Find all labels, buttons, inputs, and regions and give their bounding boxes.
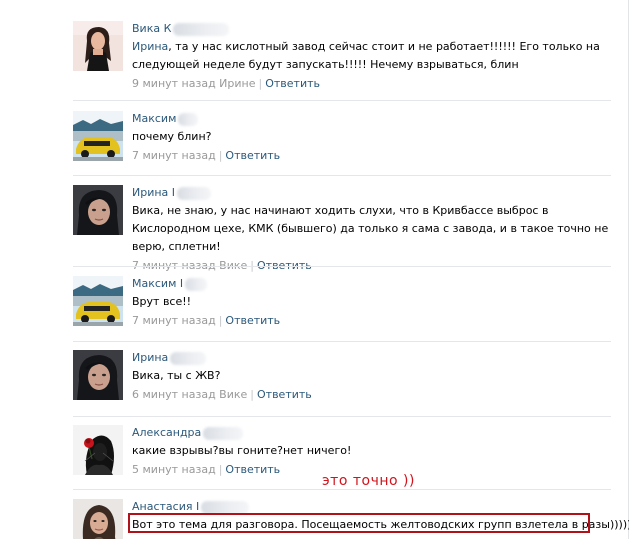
author-name[interactable]: Максим bbox=[132, 112, 176, 125]
blurred-surname bbox=[185, 277, 208, 291]
comments-page: Вика К Ирина, та у нас кислотный завод с… bbox=[0, 0, 629, 539]
author-name[interactable]: Анастасия I bbox=[132, 500, 199, 513]
reply-link[interactable]: Ответить bbox=[225, 463, 280, 476]
blurred-surname bbox=[177, 186, 212, 200]
meta-separator: | bbox=[218, 149, 223, 162]
comment-time[interactable]: 9 минут назад Ирине bbox=[132, 77, 256, 90]
comment-time[interactable]: 7 минут назад bbox=[132, 149, 216, 162]
avatar[interactable] bbox=[73, 350, 123, 400]
comment-text: почему блин? bbox=[132, 130, 212, 143]
reply-link[interactable]: Ответить bbox=[225, 149, 280, 162]
avatar[interactable] bbox=[73, 276, 123, 326]
annotation-text: это точно )) bbox=[322, 473, 415, 489]
author-name[interactable]: Ирина bbox=[132, 351, 168, 364]
avatar[interactable] bbox=[73, 425, 123, 475]
comment-text: Вика, ты с ЖВ? bbox=[132, 369, 221, 382]
avatar[interactable] bbox=[73, 499, 123, 539]
comment-divider bbox=[73, 266, 611, 267]
comment-item: Максим I Врут все!! 7 минут назад | Ответи… bbox=[73, 276, 611, 332]
reply-link[interactable]: Ответить bbox=[257, 388, 312, 401]
comment-body: Максим почему блин? 7 минут назад | Ответи… bbox=[132, 111, 611, 165]
blurred-surname bbox=[173, 22, 230, 36]
comment-divider bbox=[73, 175, 611, 176]
avatar[interactable] bbox=[73, 111, 123, 161]
reply-link[interactable]: Ответить bbox=[225, 314, 280, 327]
comment-meta: 7 минут назад | Ответить bbox=[132, 312, 611, 330]
author-name[interactable]: Максим I bbox=[132, 277, 183, 290]
comment-body: Ирина Вика, ты с ЖВ? 6 минут назад Вике |… bbox=[132, 350, 611, 404]
comment-text: какие взрывы?вы гоните?нет ничего! bbox=[132, 444, 352, 457]
comment-item: Ирина Вика, ты с ЖВ? 6 минут назад Вике |… bbox=[73, 350, 611, 408]
avatar[interactable] bbox=[73, 21, 123, 71]
author-name[interactable]: Вика К bbox=[132, 22, 171, 35]
meta-separator: | bbox=[250, 388, 254, 401]
comment-text: Врут все!! bbox=[132, 295, 192, 308]
comment-divider bbox=[73, 416, 611, 417]
highlight-box bbox=[128, 513, 590, 533]
comment-divider bbox=[73, 489, 611, 490]
comment-meta: 9 минут назад Ирине | Ответить bbox=[132, 75, 611, 93]
addressee-link[interactable]: Ирина bbox=[132, 40, 168, 53]
comment-time[interactable]: 5 минут назад bbox=[132, 463, 216, 476]
comment-body: Максим I Врут все!! 7 минут назад | Ответи… bbox=[132, 276, 611, 330]
comment-item: Ирина I Вика, не знаю, у нас начинают хо… bbox=[73, 185, 611, 272]
comment-body: Александра какие взрывы?вы гоните?нет ни… bbox=[132, 425, 611, 479]
comment-text: Ирина, та у нас кислотный завод сейчас с… bbox=[132, 40, 600, 71]
comment-divider bbox=[73, 341, 611, 342]
comment-body: Ирина I Вика, не знаю, у нас начинают хо… bbox=[132, 185, 611, 275]
reply-link[interactable]: Ответить bbox=[265, 77, 320, 90]
blurred-surname bbox=[201, 500, 250, 514]
blurred-surname bbox=[178, 112, 199, 126]
avatar[interactable] bbox=[73, 185, 123, 235]
blurred-surname bbox=[170, 351, 207, 365]
author-name[interactable]: Ирина I bbox=[132, 186, 175, 199]
comment-item: Максим почему блин? 7 минут назад | Ответи… bbox=[73, 111, 611, 167]
comment-time[interactable]: 7 минут назад bbox=[132, 314, 216, 327]
comment-meta: 7 минут назад | Ответить bbox=[132, 147, 611, 165]
author-name[interactable]: Александра bbox=[132, 426, 201, 439]
blurred-surname bbox=[203, 426, 244, 440]
meta-separator: | bbox=[218, 314, 223, 327]
meta-separator: | bbox=[258, 77, 263, 90]
comment-time[interactable]: 6 минут назад Вике bbox=[132, 388, 247, 401]
comment-meta: 6 минут назад Вике | Ответить bbox=[132, 386, 611, 404]
meta-separator: | bbox=[218, 463, 223, 476]
comment-text: Вика, не знаю, у нас начинают ходить слу… bbox=[132, 204, 609, 253]
comment-item: Вика К Ирина, та у нас кислотный завод с… bbox=[73, 21, 611, 91]
comment-body: Вика К Ирина, та у нас кислотный завод с… bbox=[132, 21, 611, 93]
comment-divider bbox=[73, 100, 611, 101]
